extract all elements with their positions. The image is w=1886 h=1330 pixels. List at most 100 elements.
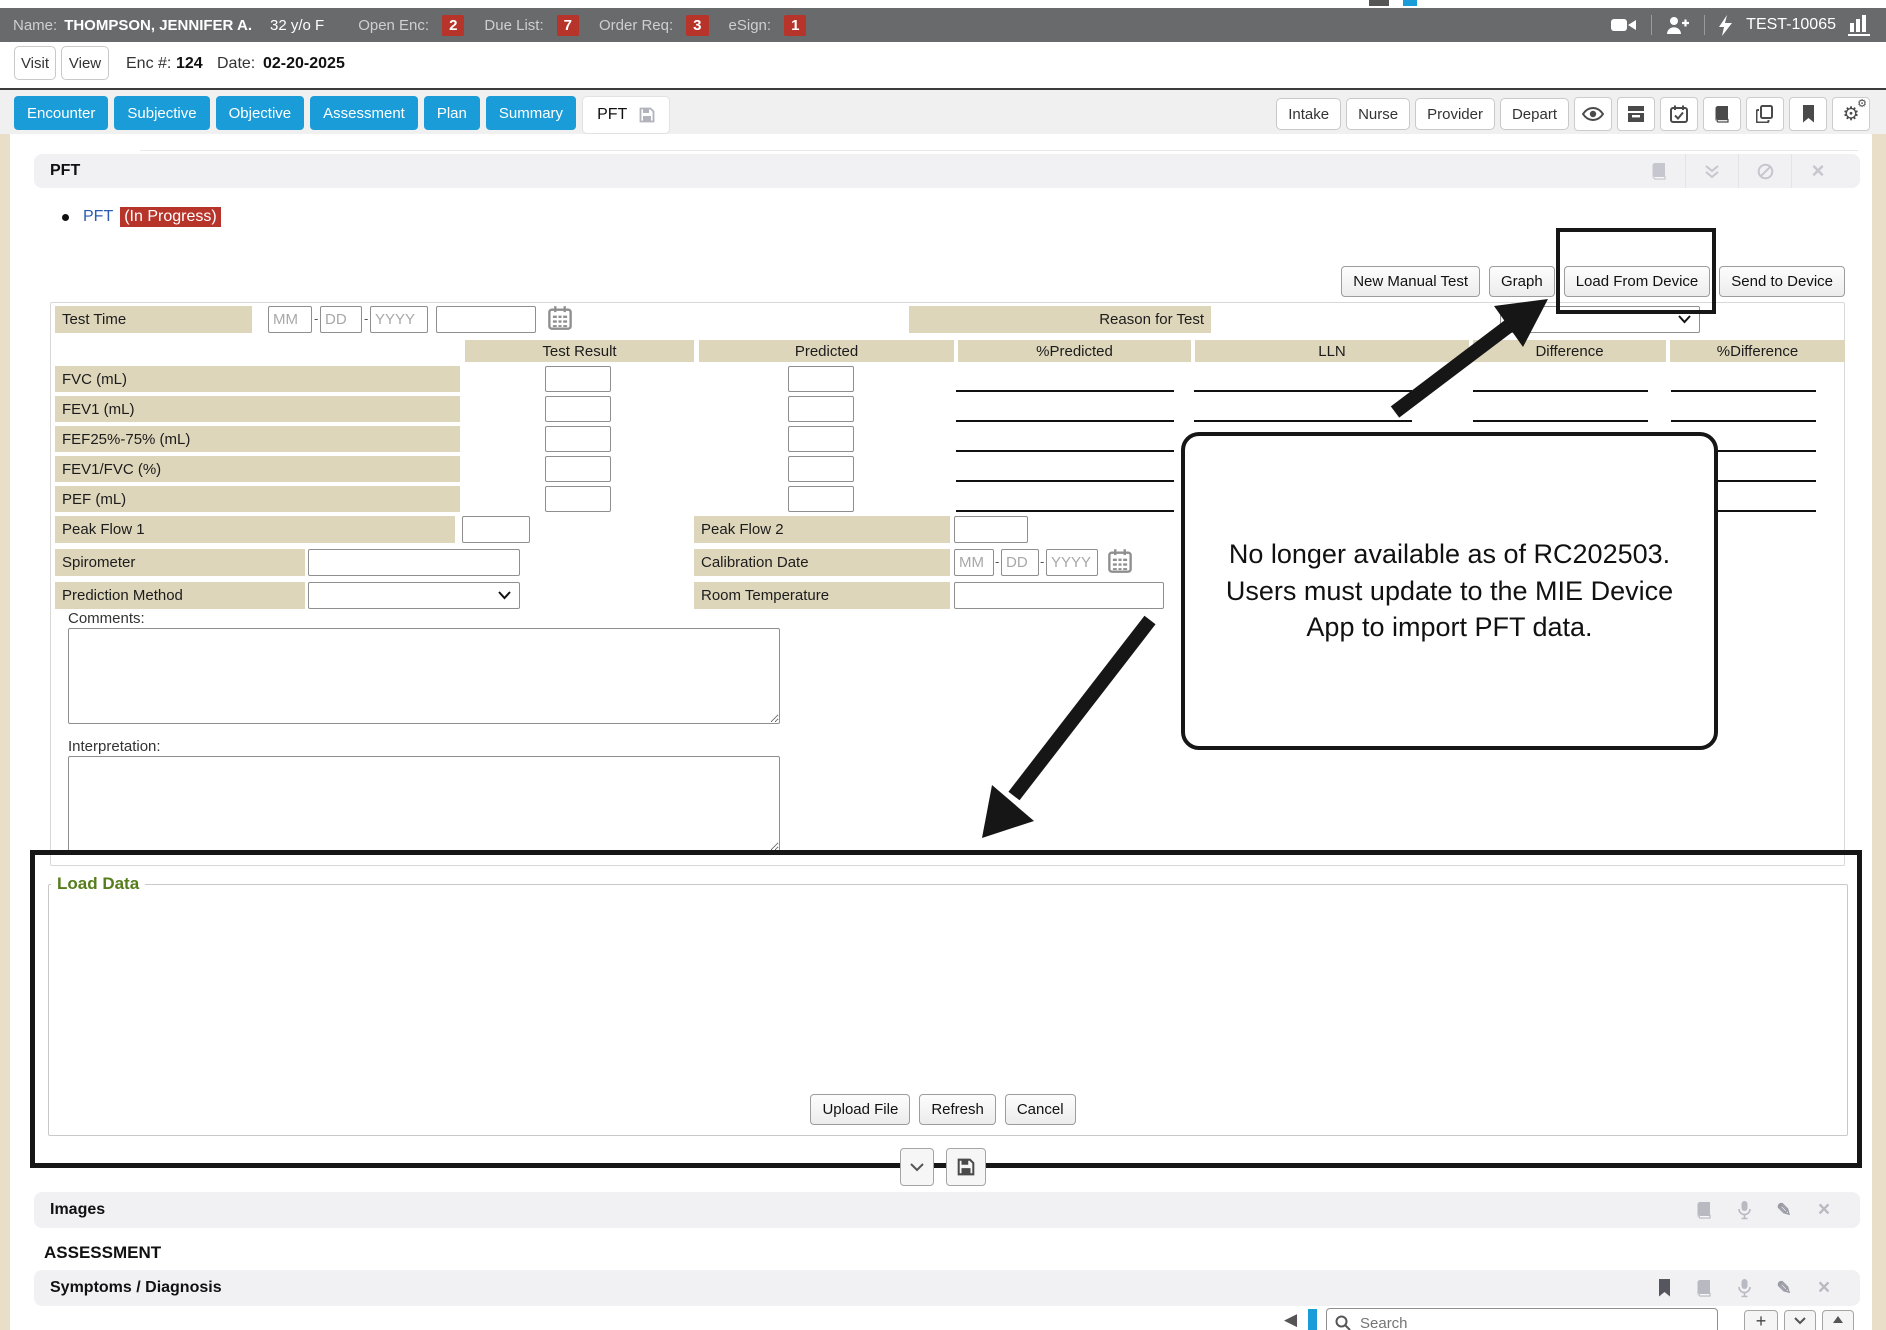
fef-predicted-input[interactable] <box>788 426 854 452</box>
search-icon <box>1335 1315 1351 1330</box>
journal-icon[interactable] <box>1633 154 1685 188</box>
new-manual-test-button[interactable]: New Manual Test <box>1341 266 1480 297</box>
search-box[interactable] <box>1326 1308 1718 1330</box>
save-button[interactable] <box>946 1148 986 1186</box>
pft-status-link[interactable]: PFT <box>83 208 113 226</box>
close-section-icon[interactable]: × <box>1791 154 1844 188</box>
esign-badge[interactable]: 1 <box>784 15 806 36</box>
send-to-device-button[interactable]: Send to Device <box>1719 266 1845 297</box>
interpretation-textarea[interactable] <box>68 756 780 852</box>
cancel-button[interactable]: Cancel <box>1005 1094 1076 1125</box>
pef-predicted-input[interactable] <box>788 486 854 512</box>
symptoms-journal-icon[interactable] <box>1684 1270 1724 1306</box>
lightning-icon[interactable] <box>1719 15 1732 36</box>
add-person-icon[interactable] <box>1666 16 1690 35</box>
symptoms-bookmark-icon[interactable] <box>1644 1270 1684 1306</box>
collapse-left-arrow-icon[interactable]: ◀ <box>1284 1310 1297 1330</box>
load-data-title: Load Data <box>51 874 145 894</box>
test-time-yyyy-input[interactable] <box>370 306 428 333</box>
test-time-mm-input[interactable] <box>268 306 312 333</box>
reason-for-test-select[interactable] <box>1500 306 1700 333</box>
view-button[interactable]: View <box>61 46 109 80</box>
col-pct-difference: %Difference <box>1670 340 1845 362</box>
gear-small-glyph: ⚙ <box>1857 99 1867 110</box>
tab-plan[interactable]: Plan <box>424 96 480 130</box>
calibration-dd-input[interactable] <box>1001 549 1039 576</box>
video-camera-icon[interactable] <box>1611 17 1637 33</box>
test-time-calendar-icon[interactable] <box>548 305 572 336</box>
add-item-button[interactable]: + <box>1744 1310 1778 1330</box>
order-req-badge[interactable]: 3 <box>686 15 708 36</box>
scroll-up-button[interactable] <box>1822 1310 1854 1330</box>
images-journal-icon[interactable] <box>1684 1192 1724 1228</box>
fev1-test-result-input[interactable] <box>545 396 611 422</box>
name-label: Name: <box>13 17 57 34</box>
tab-pft-active[interactable]: PFT <box>582 96 670 134</box>
fev1-predicted-input[interactable] <box>788 396 854 422</box>
symptoms-edit-icon[interactable]: ✎ <box>1764 1270 1804 1306</box>
nav-strip: Encounter Subjective Objective Assessmen… <box>0 88 1886 134</box>
fev1fvc-predicted-input[interactable] <box>788 456 854 482</box>
fef-test-result-input[interactable] <box>545 426 611 452</box>
row-label-fev1: FEV1 (mL) <box>55 396 460 422</box>
tab-encounter[interactable]: Encounter <box>14 96 108 130</box>
test-time-dd-input[interactable] <box>320 306 362 333</box>
fev1-difference-line <box>1473 420 1648 422</box>
test-time-time-input[interactable] <box>436 306 536 333</box>
open-enc-badge[interactable]: 2 <box>442 15 464 36</box>
symptoms-close-icon[interactable]: × <box>1804 1270 1844 1306</box>
due-list-badge[interactable]: 7 <box>557 15 579 36</box>
fvc-predicted-input[interactable] <box>788 366 854 392</box>
pef-test-result-input[interactable] <box>545 486 611 512</box>
provider-button[interactable]: Provider <box>1415 98 1495 130</box>
upload-file-button[interactable]: Upload File <box>810 1094 910 1125</box>
calibration-calendar-icon[interactable] <box>1108 548 1132 579</box>
calibration-yyyy-input[interactable] <box>1046 549 1098 576</box>
peak-flow-1-label: Peak Flow 1 <box>55 516 455 543</box>
copy-pages-icon[interactable] <box>1746 97 1784 131</box>
collapse-double-chevron-icon[interactable] <box>1685 154 1738 188</box>
comments-textarea[interactable] <box>68 628 780 724</box>
eye-icon[interactable] <box>1574 97 1612 131</box>
save-disk-icon[interactable] <box>639 107 655 123</box>
expand-chevron-button[interactable] <box>900 1148 934 1186</box>
search-input[interactable] <box>1358 1314 1709 1330</box>
tab-assessment[interactable]: Assessment <box>310 96 418 130</box>
browser-fragment-dark <box>1369 0 1389 6</box>
tab-summary[interactable]: Summary <box>486 96 576 130</box>
room-temperature-input[interactable] <box>954 582 1164 609</box>
images-close-icon[interactable]: × <box>1804 1192 1844 1228</box>
nurse-button[interactable]: Nurse <box>1346 98 1410 130</box>
date-sep-2: - <box>364 311 368 326</box>
collapse-item-button[interactable] <box>1784 1310 1816 1330</box>
date-label: Date: <box>217 55 255 73</box>
cal-sep-2: - <box>1040 554 1044 569</box>
tab-subjective[interactable]: Subjective <box>114 96 209 130</box>
test-time-label: Test Time <box>55 306 252 333</box>
patient-age-sex: 32 y/o F <box>270 17 324 34</box>
fev1fvc-test-result-input[interactable] <box>545 456 611 482</box>
images-mic-icon[interactable] <box>1724 1192 1764 1228</box>
chart-icon[interactable] <box>1848 14 1872 36</box>
disable-circle-icon[interactable] <box>1738 154 1791 188</box>
calibration-mm-input[interactable] <box>954 549 994 576</box>
depart-button[interactable]: Depart <box>1500 98 1569 130</box>
book-icon[interactable] <box>1703 97 1741 131</box>
symptoms-mic-icon[interactable] <box>1724 1270 1764 1306</box>
images-edit-icon[interactable]: ✎ <box>1764 1192 1804 1228</box>
fvc-test-result-input[interactable] <box>545 366 611 392</box>
spirometer-input[interactable] <box>308 549 520 576</box>
bookmark-icon[interactable] <box>1789 97 1827 131</box>
graph-button[interactable]: Graph <box>1489 266 1555 297</box>
intake-button[interactable]: Intake <box>1276 98 1341 130</box>
peak-flow-2-input[interactable] <box>954 516 1028 543</box>
gears-icon[interactable]: ⚙ ⚙ <box>1832 97 1870 131</box>
visit-button[interactable]: Visit <box>14 46 56 80</box>
prediction-method-select[interactable] <box>308 582 520 609</box>
refresh-button[interactable]: Refresh <box>919 1094 996 1125</box>
calendar-check-icon[interactable] <box>1660 97 1698 131</box>
tab-objective[interactable]: Objective <box>216 96 305 130</box>
archive-box-icon[interactable] <box>1617 97 1655 131</box>
peak-flow-1-input[interactable] <box>462 516 530 543</box>
load-from-device-button[interactable]: Load From Device <box>1564 266 1711 297</box>
